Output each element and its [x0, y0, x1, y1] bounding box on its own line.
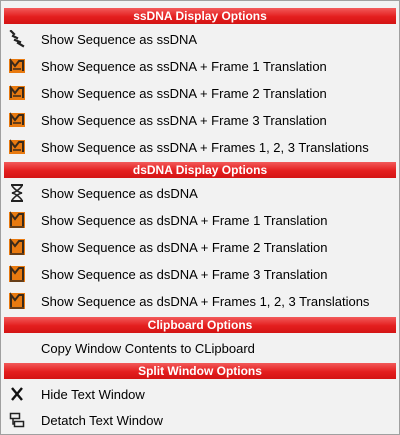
menu-item-label: Show Sequence as ssDNA + Frames 1, 2, 3 … [41, 139, 369, 155]
menu-item-ssdna-frame3[interactable]: Show Sequence as ssDNA + Frame 3 Transla… [4, 107, 396, 133]
menu-item-hide-text-window[interactable]: Hide Text Window [4, 381, 396, 407]
menu-item-ssdna[interactable]: Show Sequence as ssDNA [4, 26, 396, 52]
menu-item-label: Show Sequence as dsDNA + Frame 3 Transla… [41, 266, 328, 282]
ssdna-translation-icon [4, 134, 30, 160]
menu-item-label: Show Sequence as ssDNA + Frame 3 Transla… [41, 112, 327, 128]
empty-icon-slot [4, 335, 30, 361]
menu-item-label: Show Sequence as dsDNA + Frames 1, 2, 3 … [41, 293, 370, 309]
ssdna-translation-icon [4, 107, 30, 133]
menu-item-label: Show Sequence as dsDNA + Frame 2 Transla… [41, 239, 328, 255]
x-icon [4, 381, 30, 407]
split-window-section-header: Split Window Options [4, 363, 396, 379]
dsdna-section-header: dsDNA Display Options [4, 162, 396, 178]
dsdna-translation-icon [4, 207, 30, 233]
menu-item-dsdna-frame3[interactable]: Show Sequence as dsDNA + Frame 3 Transla… [4, 261, 396, 287]
menu-item-detatch-text-window[interactable]: Detatch Text Window [4, 407, 396, 433]
menu-item-label: Show Sequence as ssDNA + Frame 1 Transla… [41, 58, 327, 74]
context-menu: ssDNA Display Options Show Sequence as s… [0, 0, 400, 435]
clipboard-section-header: Clipboard Options [4, 317, 396, 333]
menu-item-copy-window-contents[interactable]: Copy Window Contents to CLipboard [4, 335, 396, 361]
dsdna-translation-icon [4, 288, 30, 314]
ssdna-translation-icon [4, 53, 30, 79]
menu-item-dsdna-frame1[interactable]: Show Sequence as dsDNA + Frame 1 Transla… [4, 207, 396, 233]
ssdna-section-header: ssDNA Display Options [4, 8, 396, 24]
ssdna-strand-icon [4, 26, 30, 52]
menu-item-dsdna[interactable]: Show Sequence as dsDNA [4, 180, 396, 206]
menu-item-label: Detatch Text Window [41, 412, 163, 428]
dsdna-translation-icon [4, 234, 30, 260]
detach-window-icon [4, 407, 30, 433]
dsdna-translation-icon [4, 261, 30, 287]
menu-item-label: Show Sequence as dsDNA [41, 185, 198, 201]
menu-item-label: Show Sequence as dsDNA + Frame 1 Transla… [41, 212, 328, 228]
menu-item-label: Copy Window Contents to CLipboard [41, 340, 255, 356]
ssdna-translation-icon [4, 80, 30, 106]
menu-item-dsdna-frame2[interactable]: Show Sequence as dsDNA + Frame 2 Transla… [4, 234, 396, 260]
menu-item-ssdna-frame1[interactable]: Show Sequence as ssDNA + Frame 1 Transla… [4, 53, 396, 79]
menu-item-dsdna-frames-all[interactable]: Show Sequence as dsDNA + Frames 1, 2, 3 … [4, 288, 396, 314]
menu-item-ssdna-frame2[interactable]: Show Sequence as ssDNA + Frame 2 Transla… [4, 80, 396, 106]
menu-item-label: Hide Text Window [41, 386, 145, 402]
menu-item-ssdna-frames-all[interactable]: Show Sequence as ssDNA + Frames 1, 2, 3 … [4, 134, 396, 160]
dsdna-helix-icon [4, 180, 30, 206]
menu-item-label: Show Sequence as ssDNA + Frame 2 Transla… [41, 85, 327, 101]
menu-item-label: Show Sequence as ssDNA [41, 31, 198, 47]
